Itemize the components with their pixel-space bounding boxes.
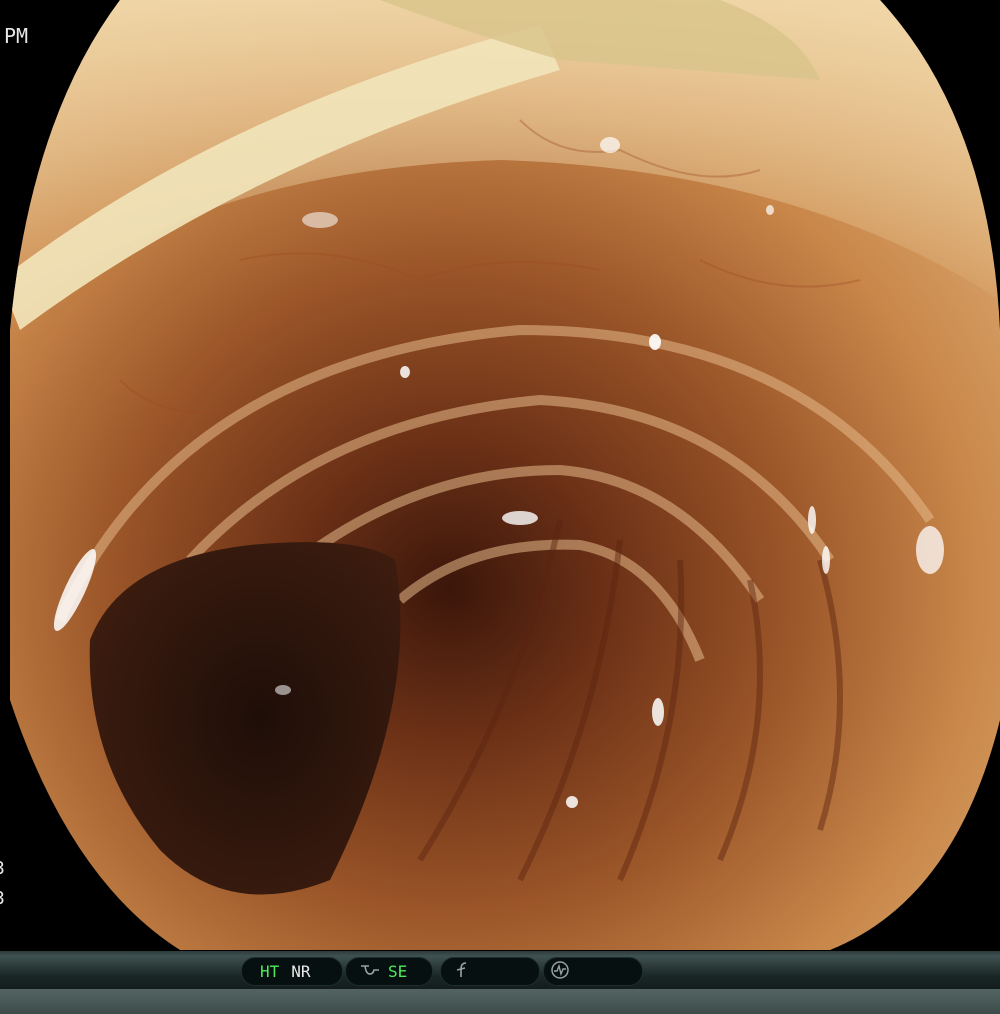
time-suffix-label: PM (4, 24, 29, 48)
se-indicator: SE (388, 962, 408, 981)
freeze-icon (453, 961, 471, 983)
status-group-waveform (543, 957, 643, 986)
status-bar-lower-strip (0, 989, 1000, 1014)
ht-indicator: HT (260, 962, 280, 981)
processor-status-bar: HT NR SE (0, 951, 1000, 1014)
status-group-freeze (440, 957, 540, 986)
nr-indicator: NR (291, 962, 311, 981)
mucosa-field (10, 0, 1000, 950)
structure-enhance-icon (360, 962, 380, 982)
endoscopic-view (0, 0, 1000, 950)
info-digit-1: 3 (0, 858, 5, 879)
waveform-icon (550, 960, 570, 984)
status-group-se: SE (345, 957, 433, 986)
status-group-ht-nr: HT NR (241, 957, 343, 986)
info-digit-2: 3 (0, 888, 5, 909)
